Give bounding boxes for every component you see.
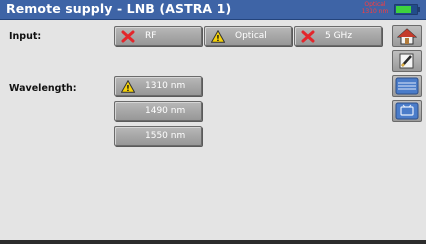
svg-text:!: ! xyxy=(216,34,220,43)
battery-tip xyxy=(418,7,420,12)
title-bar: Remote supply - LNB (ASTRA 1) Optical 13… xyxy=(0,0,426,20)
edit-button[interactable] xyxy=(392,50,422,72)
svg-text:!: ! xyxy=(126,84,130,93)
warning-icon: ! xyxy=(121,80,135,93)
battery-level xyxy=(396,6,411,13)
page-title: Remote supply - LNB (ASTRA 1) xyxy=(6,1,232,16)
input-5ghz-button[interactable]: 5 GHz xyxy=(294,26,382,46)
input-optical-label: Optical xyxy=(235,31,267,41)
status-indicator: Optical 1310 nm xyxy=(358,1,392,15)
status-line-2: 1310 nm xyxy=(361,8,389,15)
wavelength-1490-button[interactable]: 1490 nm xyxy=(114,101,202,121)
tv-button[interactable] xyxy=(392,100,422,122)
wavelength-1310-label: 1310 nm xyxy=(145,81,186,91)
wavelength-1310-button[interactable]: ! 1310 nm xyxy=(114,76,202,96)
wavelength-1550-button[interactable]: 1550 nm xyxy=(114,126,202,146)
input-label: Input: xyxy=(9,31,42,42)
screen: Remote supply - LNB (ASTRA 1) Optical 13… xyxy=(0,0,426,244)
wavelength-label: Wavelength: xyxy=(9,83,77,94)
bottom-bar xyxy=(0,240,426,244)
warning-icon: ! xyxy=(211,30,225,43)
input-rf-label: RF xyxy=(145,31,157,41)
ldb-icon xyxy=(395,77,419,95)
home-button[interactable] xyxy=(392,25,422,47)
x-icon xyxy=(121,30,135,43)
tv-icon xyxy=(395,102,419,120)
input-5ghz-label: 5 GHz xyxy=(325,31,353,41)
input-optical-button[interactable]: ! Optical xyxy=(204,26,292,46)
ldb-button[interactable] xyxy=(392,75,422,97)
wavelength-1490-label: 1490 nm xyxy=(145,106,186,116)
edit-icon xyxy=(399,53,414,69)
input-rf-button[interactable]: RF xyxy=(114,26,202,46)
battery-icon xyxy=(394,4,420,15)
status-line-1: Optical xyxy=(364,1,386,8)
wavelength-1550-label: 1550 nm xyxy=(145,131,186,141)
x-icon xyxy=(301,30,315,43)
home-icon xyxy=(397,27,417,44)
